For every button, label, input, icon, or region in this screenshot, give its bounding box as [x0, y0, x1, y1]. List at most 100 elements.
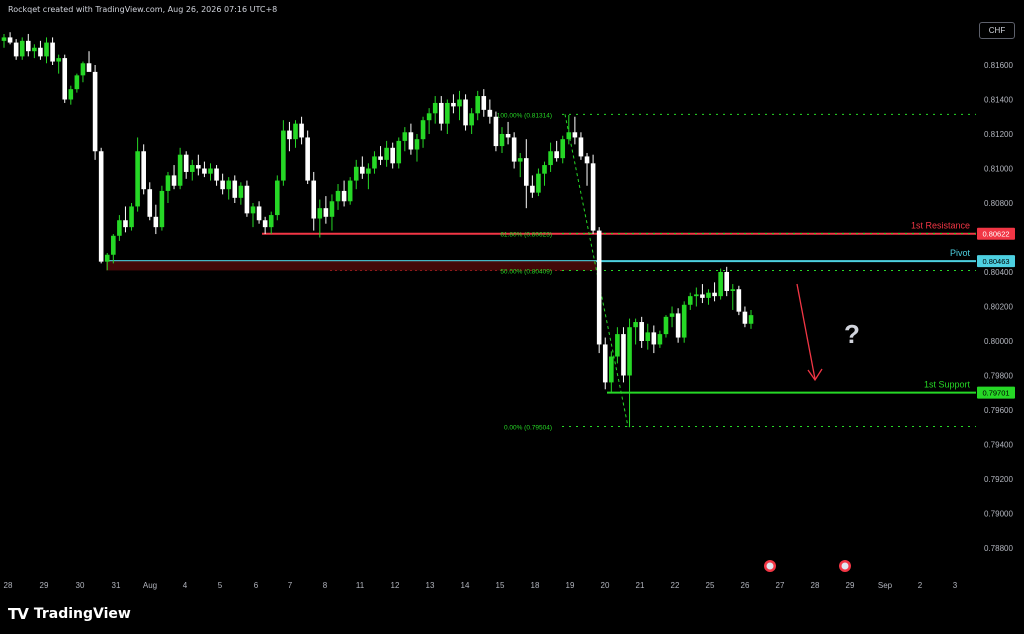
candle-body: [493, 116, 499, 147]
candle-body: [19, 40, 25, 57]
candle-body: [7, 37, 13, 43]
candle-body: [615, 334, 620, 357]
candle-body: [13, 42, 19, 57]
time-tick-label: 29: [40, 581, 49, 590]
time-tick-label: 4: [183, 581, 188, 590]
candle-body: [517, 158, 523, 162]
candle: [214, 165, 219, 186]
candle-body: [748, 315, 754, 324]
candle-body: [220, 180, 225, 190]
time-tick-label: 12: [391, 581, 400, 590]
candle: [25, 33, 31, 57]
candle-body: [44, 42, 49, 57]
time-tick-label: 26: [741, 581, 750, 590]
candle-body: [274, 180, 280, 216]
candle: [281, 120, 286, 186]
time-tick-label: Aug: [143, 581, 157, 590]
candle-body: [420, 120, 426, 140]
candle: [19, 37, 25, 60]
candle: [681, 301, 687, 343]
candle-body: [360, 166, 365, 174]
time-tick-label: 18: [531, 581, 540, 590]
candle: [329, 194, 335, 231]
tradingview-logo[interactable]: TV TradingView: [8, 605, 131, 623]
level-label: 1st Resistance: [911, 221, 970, 231]
candle-body: [609, 356, 614, 383]
time-tick-label: 2: [918, 581, 923, 590]
candle-body: [627, 327, 632, 376]
time-tick-label: 25: [706, 581, 715, 590]
candle: [123, 206, 128, 233]
candle-body: [250, 206, 256, 214]
candle: [572, 116, 578, 145]
candle: [183, 151, 189, 179]
candle: [463, 94, 468, 131]
candle-body: [171, 175, 177, 186]
candle-body: [329, 201, 335, 217]
time-tick-label: 7: [288, 581, 293, 590]
price-tick-label: 0.80400: [984, 268, 1013, 277]
candle-body: [572, 132, 578, 138]
candle: [657, 330, 663, 348]
price-tick-label: 0.81200: [984, 130, 1013, 139]
candle-body: [536, 173, 541, 193]
flag-icon: [841, 562, 849, 570]
candle-body: [657, 334, 663, 345]
candle: [475, 90, 481, 121]
currency-button[interactable]: CHF: [979, 22, 1015, 39]
candles: [1, 32, 754, 428]
candle: [596, 227, 602, 354]
candle: [378, 146, 383, 166]
candle-body: [384, 147, 389, 160]
candle-body: [189, 165, 195, 172]
candle-body: [584, 156, 590, 164]
candle: [505, 121, 511, 145]
candle: [317, 199, 323, 238]
candle: [68, 85, 74, 105]
candle: [153, 204, 159, 235]
candle: [536, 168, 541, 197]
candle-body: [542, 165, 547, 174]
candle-body: [718, 272, 723, 297]
candle: [742, 306, 748, 328]
candle: [56, 54, 61, 74]
price-tick-label: 0.79000: [984, 510, 1013, 519]
candle-body: [238, 185, 244, 198]
candle: [305, 130, 310, 185]
candle-body: [366, 168, 371, 174]
candle-body: [663, 316, 669, 335]
candle: [438, 96, 444, 131]
candle-body: [432, 102, 438, 114]
candle-body: [196, 165, 201, 169]
candle-body: [50, 42, 55, 62]
candle: [256, 201, 262, 224]
candle: [736, 285, 742, 316]
price-chart[interactable]: 1st Resistance 0.80622 Pivot 0.80463 1st Sup…: [0, 0, 1024, 634]
candle: [372, 151, 377, 174]
time-tick-label: 13: [426, 581, 435, 590]
candle: [226, 177, 232, 200]
candle-body: [669, 313, 675, 317]
candle-body: [117, 220, 122, 236]
candle: [609, 351, 614, 393]
candle-body: [505, 134, 511, 138]
price-tick-label: 0.81400: [984, 96, 1013, 105]
candle-body: [226, 180, 232, 190]
candle-body: [530, 185, 535, 193]
candle: [129, 203, 134, 231]
candle-body: [165, 175, 171, 191]
candle-body: [232, 180, 238, 198]
candle: [141, 144, 146, 195]
candle-body: [621, 334, 626, 376]
candle: [177, 147, 183, 190]
time-tick-label: 30: [76, 581, 85, 590]
level-lines: 1st Resistance 0.80622 Pivot 0.80463 1st Sup…: [106, 112, 1015, 432]
candle-body: [183, 154, 189, 172]
candle-body: [402, 132, 408, 141]
candle: [712, 282, 717, 302]
candle: [323, 196, 329, 224]
candle: [293, 120, 298, 148]
candle: [469, 108, 474, 134]
price-tick-label: 0.80200: [984, 303, 1013, 312]
candle-body: [341, 190, 347, 202]
